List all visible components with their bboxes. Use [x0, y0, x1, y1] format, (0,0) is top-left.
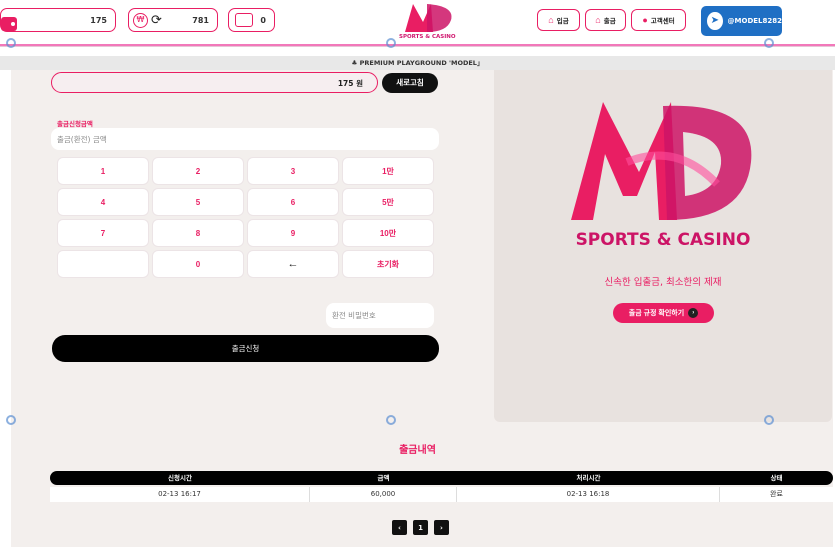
- key-4[interactable]: 4: [57, 188, 149, 216]
- cell-amount: 60,000: [310, 487, 457, 502]
- pagination: ‹ 1 ›: [392, 520, 449, 535]
- md-brand-logo-icon: [571, 102, 752, 220]
- col-request-time: 신청시간: [168, 474, 192, 482]
- watermark-icon: [764, 415, 774, 425]
- bank-icon: ⌂: [595, 15, 601, 25]
- current-amount-display: 175 원: [51, 72, 378, 93]
- brand-slogan: 신속한 입출금, 최소한의 제재: [604, 277, 722, 288]
- key-8[interactable]: 8: [152, 219, 244, 247]
- support-label: 고객센터: [650, 18, 675, 25]
- message-count: 0: [260, 15, 266, 25]
- logo-caption: SPORTS & CASINO: [399, 34, 456, 40]
- password-input[interactable]: [326, 303, 434, 328]
- watermark-icon: [764, 38, 774, 48]
- key-backspace[interactable]: ←: [247, 250, 339, 278]
- refresh-icon[interactable]: ⟳: [151, 13, 162, 28]
- col-process-time: 처리시간: [576, 474, 601, 482]
- watermark-icon: [386, 415, 396, 425]
- wallet-balance-pill[interactable]: 175: [0, 8, 116, 32]
- site-logo[interactable]: SPORTS & CASINO: [397, 0, 457, 44]
- history-header-row: 신청시간 금액 처리시간 상태: [50, 471, 833, 485]
- prev-page-button[interactable]: ‹: [392, 520, 407, 535]
- telegram-label: @MODEL8282: [727, 17, 782, 25]
- point-balance: 781: [192, 15, 209, 25]
- watermark-icon: [6, 38, 16, 48]
- brand-name: SPORTS & CASINO: [575, 230, 751, 250]
- md-logo-icon: [405, 4, 452, 32]
- watermark-icon: [386, 38, 396, 48]
- telegram-icon: ➤: [707, 12, 723, 30]
- key-2[interactable]: 2: [152, 157, 244, 185]
- header-divider: [0, 44, 835, 46]
- message-pill[interactable]: 0: [228, 8, 275, 32]
- page-1-button[interactable]: 1: [413, 520, 428, 535]
- current-amount: 175 원: [337, 79, 363, 88]
- chat-icon: [235, 13, 253, 27]
- cell-request-time: 02-13 16:17: [50, 487, 310, 502]
- arrow-right-icon: ›: [688, 308, 699, 318]
- badge-icon: ₩: [133, 12, 148, 28]
- wallet-icon: [1, 17, 17, 31]
- point-balance-pill[interactable]: ₩ ⟳ 781: [128, 8, 218, 32]
- telegram-button[interactable]: ➤ @MODEL8282: [701, 6, 782, 36]
- key-10k[interactable]: 1만: [342, 157, 434, 185]
- user-icon: ●: [642, 15, 648, 25]
- cell-process-time: 02-13 16:18: [457, 487, 720, 502]
- deposit-button[interactable]: ⌂ 입금: [537, 9, 580, 31]
- col-status: 상태: [770, 474, 783, 482]
- header: 175 ₩ ⟳ 781 0 SPORTS & CASINO ⌂ 입금 ⌂ 출금 …: [0, 0, 835, 47]
- history-table: 신청시간 금액 처리시간 상태 02-13 16:17 60,000 02-13…: [50, 471, 833, 502]
- key-reset[interactable]: 초기화: [342, 250, 434, 278]
- key-5[interactable]: 5: [152, 188, 244, 216]
- cell-status: 완료: [770, 490, 783, 498]
- key-blank: [57, 250, 149, 278]
- amount-keypad: 1 2 3 1만 4 5 6 5만 7 8 9 10만 0 ← 초기화: [57, 157, 434, 278]
- withdraw-rules-button[interactable]: 출금 규정 확인하기 ›: [613, 303, 714, 323]
- amount-input[interactable]: [51, 128, 439, 150]
- withdraw-label: 출금: [603, 18, 616, 25]
- bank-icon: ⌂: [548, 15, 554, 25]
- brand-panel: SPORTS & CASINO 신속한 입출금, 최소한의 제재 출금 규정 확…: [494, 70, 832, 422]
- key-7[interactable]: 7: [57, 219, 149, 247]
- history-title: 출금내역: [399, 445, 436, 456]
- withdraw-submit-button[interactable]: 출금신청: [52, 335, 439, 362]
- refresh-button[interactable]: 새로고침: [382, 73, 438, 93]
- key-9[interactable]: 9: [247, 219, 339, 247]
- next-page-button[interactable]: ›: [434, 520, 449, 535]
- table-row: 02-13 16:17 60,000 02-13 16:18 완료: [50, 487, 833, 502]
- col-amount: 금액: [377, 474, 390, 482]
- key-100k[interactable]: 10만: [342, 219, 434, 247]
- withdraw-button[interactable]: ⌂ 출금: [585, 9, 626, 31]
- amount-label: 출금신청금액: [57, 120, 93, 128]
- key-6[interactable]: 6: [247, 188, 339, 216]
- key-50k[interactable]: 5만: [342, 188, 434, 216]
- key-0[interactable]: 0: [152, 250, 244, 278]
- support-button[interactable]: ● 고객센터: [631, 9, 686, 31]
- key-1[interactable]: 1: [57, 157, 149, 185]
- wallet-balance: 175: [90, 15, 107, 25]
- deposit-label: 입금: [556, 18, 569, 25]
- watermark-icon: [6, 415, 16, 425]
- withdraw-rules-label: 출금 규정 확인하기: [628, 310, 685, 317]
- notice-bar: ♣ PREMIUM PLAYGROUND 'MODEL」: [0, 56, 835, 70]
- key-3[interactable]: 3: [247, 157, 339, 185]
